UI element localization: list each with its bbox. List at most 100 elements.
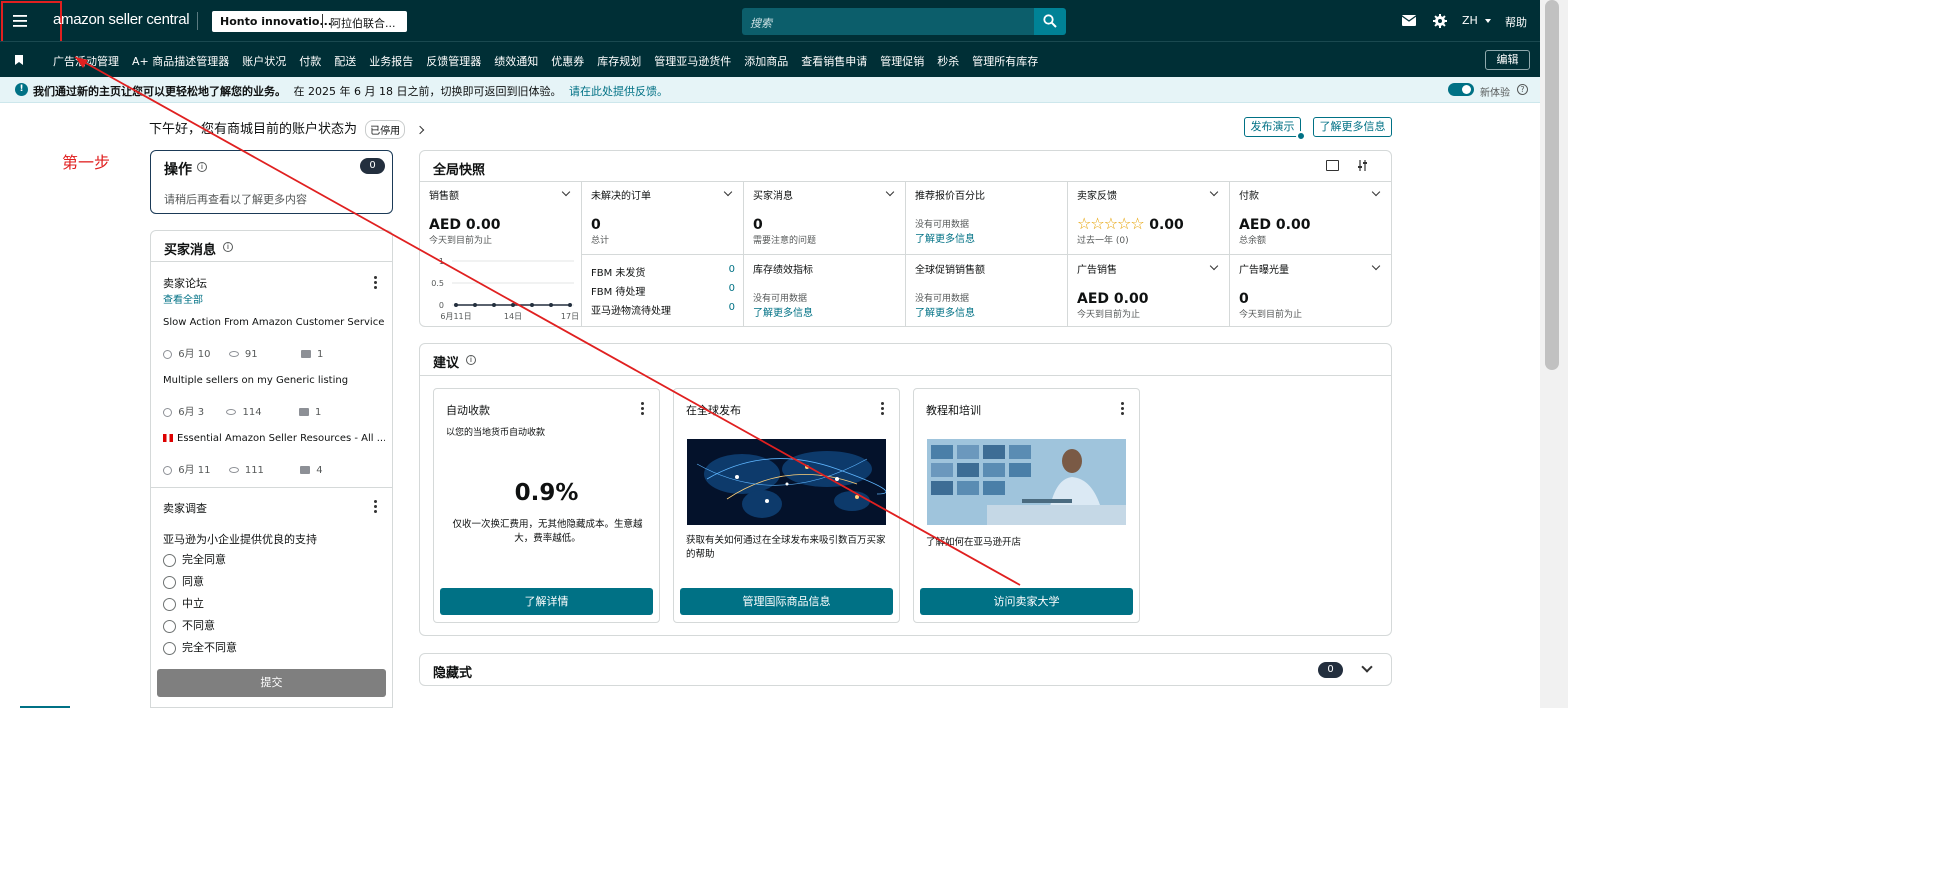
info-icon[interactable]: i <box>223 242 233 252</box>
buyer-msgs-tile[interactable]: 买家消息 0 需要注意的问题 <box>753 187 899 246</box>
manage-international-listings-button[interactable]: 管理国际商品信息 <box>680 588 893 615</box>
inventory-learn-more-link[interactable]: 了解更多信息 <box>753 304 899 319</box>
radio-button[interactable] <box>163 641 176 655</box>
forum-more-icon[interactable] <box>374 276 378 290</box>
nav-item-manage-promotions[interactable]: 管理促销 <box>880 55 924 68</box>
orders-value: 0 <box>591 217 601 233</box>
hidden-section-card[interactable]: 隐藏式 0 <box>419 653 1392 686</box>
gear-icon[interactable] <box>1433 14 1447 28</box>
visit-seller-university-button[interactable]: 访问卖家大学 <box>920 588 1133 615</box>
nav-item-payments[interactable]: 付款 <box>299 55 321 68</box>
feedback-tile[interactable]: 卖家反馈 ☆☆☆☆☆ 0.00 过去一年 (0) <box>1077 187 1223 246</box>
ad-impressions-tile[interactable]: 广告曝光量 0 今天到目前为止 <box>1239 261 1385 320</box>
nav-item-business-reports[interactable]: 业务报告 <box>369 55 413 68</box>
more-options-icon[interactable] <box>641 402 645 416</box>
chart-point[interactable] <box>530 303 534 307</box>
radio-button[interactable] <box>163 597 176 611</box>
feedback-link[interactable]: 请在此处提供反馈。 <box>569 85 668 98</box>
featured-offer-tile[interactable]: 推荐报价百分比 没有可用数据 了解更多信息 <box>915 187 1061 245</box>
nav-item-coupons[interactable]: 优惠券 <box>551 55 584 68</box>
nav-item-a-plus[interactable]: A+ 商品描述管理器 <box>132 55 229 68</box>
learn-more-button[interactable]: 了解更多信息 <box>1313 117 1392 137</box>
page-scrollbar[interactable] <box>1540 0 1568 708</box>
survey-option[interactable]: 中立 <box>163 595 204 611</box>
chart-point[interactable] <box>568 303 572 307</box>
survey-option[interactable]: 不同意 <box>163 617 215 633</box>
chevron-right-icon[interactable] <box>416 125 425 134</box>
chevron-down-icon[interactable] <box>1209 187 1219 197</box>
chevron-down-icon[interactable] <box>723 187 733 197</box>
chevron-down-icon[interactable] <box>561 187 571 197</box>
nav-item-manage-shipments[interactable]: 管理亚马逊货件 <box>654 55 731 68</box>
orders-detail-value[interactable]: 0 <box>729 283 735 294</box>
account-status-badge[interactable]: 已停用 <box>365 120 406 139</box>
search-button[interactable] <box>1034 8 1066 35</box>
nav-item-manage-inventory[interactable]: 管理所有库存 <box>972 55 1038 68</box>
forum-post[interactable]: Essential Amazon Seller Resources - All … <box>163 433 385 483</box>
help-circle-icon[interactable]: ? <box>1517 84 1528 95</box>
suggestions-divider <box>420 375 1391 376</box>
info-icon[interactable]: i <box>466 355 476 365</box>
chart-point[interactable] <box>492 303 496 307</box>
orders-detail-row[interactable]: FBM 待处理 0 <box>591 283 735 298</box>
nav-item-feedback-manager[interactable]: 反馈管理器 <box>426 55 481 68</box>
publish-demo-button[interactable]: 发布演示 <box>1244 117 1301 137</box>
survey-option[interactable]: 完全同意 <box>163 551 226 567</box>
learn-details-button[interactable]: 了解详情 <box>440 588 653 615</box>
orders-detail-value[interactable]: 0 <box>729 264 735 275</box>
chart-point[interactable] <box>454 303 458 307</box>
nav-item-performance-notifications[interactable]: 绩效通知 <box>494 55 538 68</box>
chevron-down-icon[interactable] <box>1371 187 1381 197</box>
help-link[interactable]: 帮助 <box>1505 14 1527 30</box>
mail-icon[interactable] <box>1402 15 1416 26</box>
nav-item-account-health[interactable]: 账户状况 <box>242 55 286 68</box>
nav-item-lightning-deals[interactable]: 秒杀 <box>937 55 959 68</box>
edit-nav-button[interactable]: 编辑 <box>1485 50 1530 70</box>
search-input[interactable]: 搜索 <box>742 8 1034 35</box>
orders-detail-row[interactable]: 亚马逊物流待处理 0 <box>591 302 735 317</box>
forum-post[interactable]: Multiple sellers on my Generic listing 6… <box>163 375 385 425</box>
global-promo-tile[interactable]: 全球促销销售额 没有可用数据 了解更多信息 <box>915 261 1061 319</box>
chevron-down-icon[interactable] <box>1209 261 1219 271</box>
sales-tile[interactable]: 销售额 AED 0.00 今天到目前为止 <box>429 187 575 246</box>
forum-post[interactable]: Slow Action From Amazon Customer Service… <box>163 317 385 367</box>
scrollbar-thumb[interactable] <box>1545 0 1559 370</box>
chart-point[interactable] <box>549 303 553 307</box>
orders-tile[interactable]: 未解决的订单 0 总计 <box>591 187 737 246</box>
payments-tile[interactable]: 付款 AED 0.00 总余额 <box>1239 187 1385 246</box>
radio-button[interactable] <box>163 619 176 633</box>
survey-more-icon[interactable] <box>374 500 378 514</box>
forum-view-all-link[interactable]: 查看全部 <box>163 291 203 306</box>
chart-point[interactable] <box>511 303 515 307</box>
global-promo-learn-more-link[interactable]: 了解更多信息 <box>915 304 1061 319</box>
radio-button[interactable] <box>163 553 176 567</box>
store-selector[interactable]: Honto innovatio... 阿拉伯联合... <box>212 11 407 32</box>
nav-item-ad-campaigns[interactable]: 广告活动管理 <box>53 55 119 68</box>
more-options-icon[interactable] <box>1121 402 1125 416</box>
survey-option[interactable]: 完全不同意 <box>163 639 237 655</box>
orders-detail-value[interactable]: 0 <box>729 302 735 313</box>
featured-offer-learn-more-link[interactable]: 了解更多信息 <box>915 230 1061 245</box>
orders-detail-row[interactable]: FBM 未发货 0 <box>591 264 735 279</box>
language-selector[interactable]: ZH <box>1462 14 1492 27</box>
nav-item-inventory-planning[interactable]: 库存规划 <box>597 55 641 68</box>
bookmark-icon[interactable] <box>15 55 23 65</box>
settings-sliders-icon[interactable] <box>1357 160 1368 171</box>
radio-button[interactable] <box>163 575 176 589</box>
more-options-icon[interactable] <box>881 402 885 416</box>
amazon-logo[interactable]: amazon seller central <box>53 11 190 28</box>
survey-submit-button[interactable]: 提交 <box>157 669 386 697</box>
nav-item-shipping[interactable]: 配送 <box>334 55 356 68</box>
new-experience-toggle[interactable] <box>1448 83 1474 96</box>
info-icon[interactable]: i <box>197 162 207 172</box>
survey-option[interactable]: 同意 <box>163 573 204 589</box>
chevron-down-icon[interactable] <box>1361 661 1373 673</box>
expand-icon[interactable] <box>1326 160 1339 171</box>
chart-point[interactable] <box>473 303 477 307</box>
nav-item-selling-applications[interactable]: 查看销售申请 <box>801 55 867 68</box>
inventory-tile[interactable]: 库存绩效指标 没有可用数据 了解更多信息 <box>753 261 899 319</box>
chevron-down-icon[interactable] <box>885 187 895 197</box>
nav-item-add-products[interactable]: 添加商品 <box>744 55 788 68</box>
ad-sales-tile[interactable]: 广告销售 AED 0.00 今天到目前为止 <box>1077 261 1223 320</box>
chevron-down-icon[interactable] <box>1371 261 1381 271</box>
